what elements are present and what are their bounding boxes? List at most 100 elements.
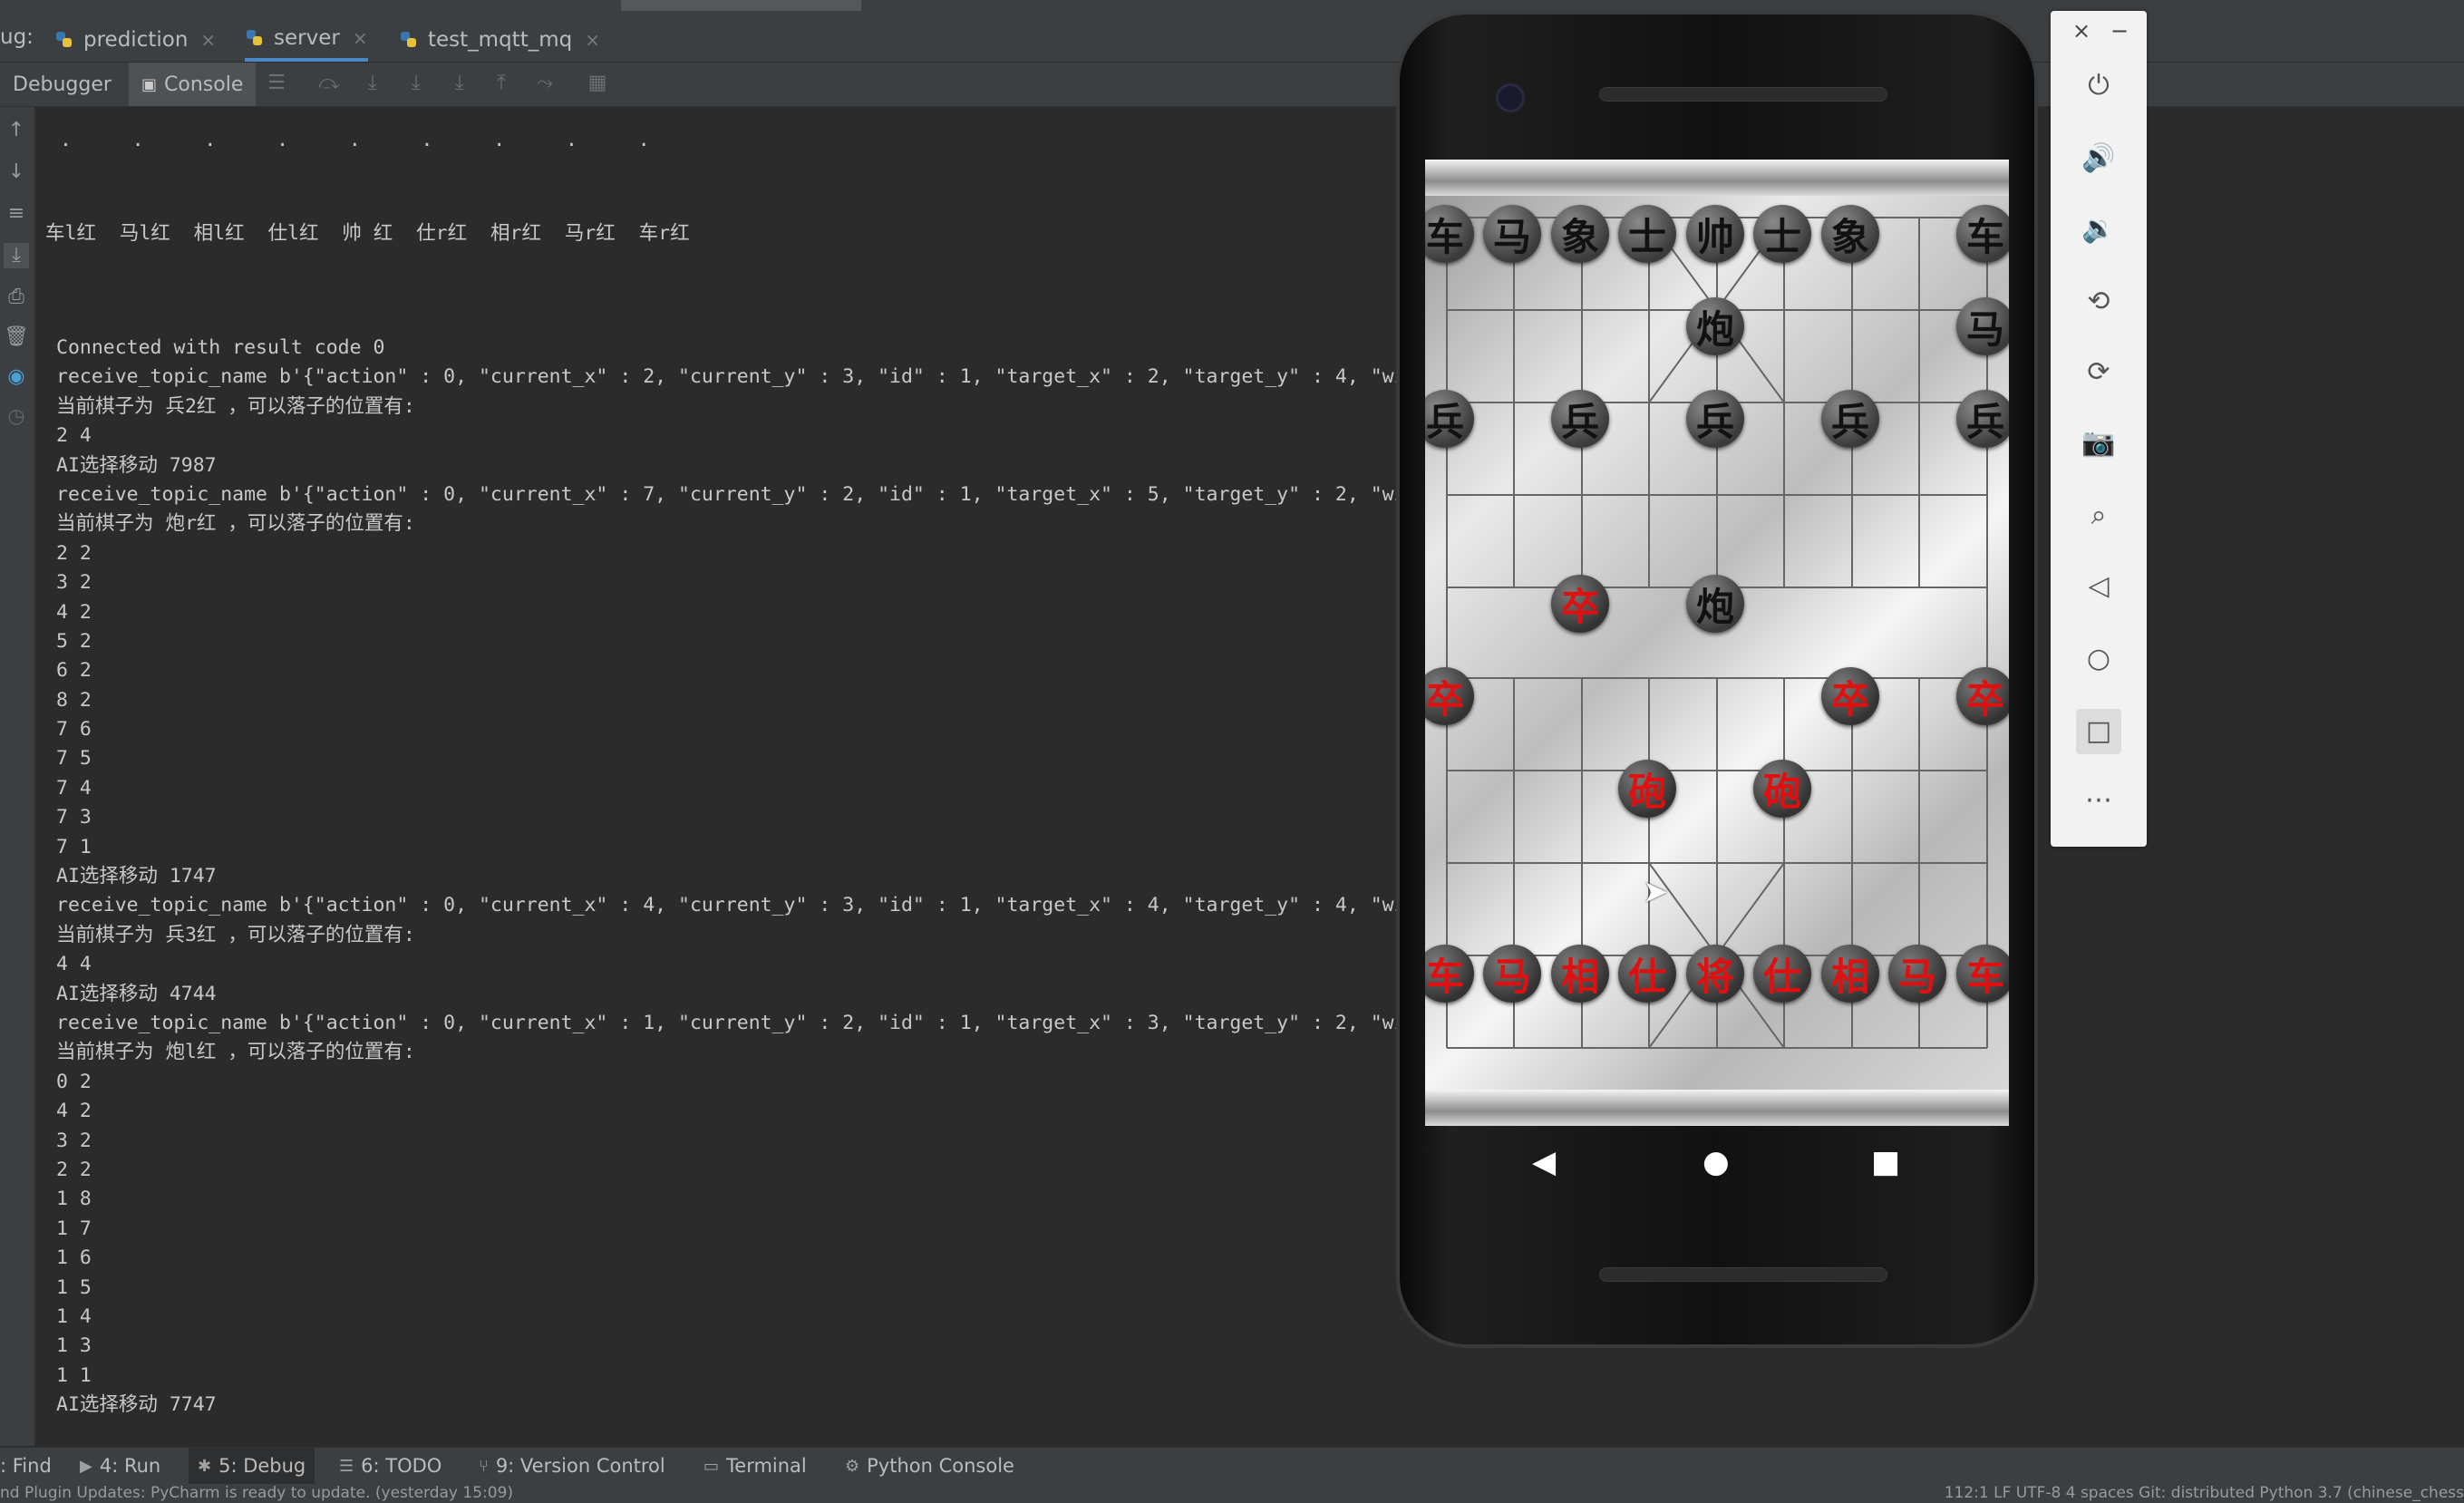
black-piece[interactable]: 车: [1956, 205, 2009, 263]
xiangqi-board[interactable]: 车马象士帅士象车炮马兵兵兵兵兵炮卒卒卒卒砲砲车马相仕将仕相马车: [1425, 196, 2009, 1090]
print-icon[interactable]: ⎙: [4, 285, 29, 310]
black-piece[interactable]: 象: [1821, 205, 1879, 263]
red-piece[interactable]: 仕: [1753, 945, 1811, 1003]
console-line: 3 2: [56, 1129, 92, 1152]
scroll-to-end-icon[interactable]: ⤓: [4, 243, 29, 268]
top-speaker: [1599, 87, 1887, 102]
close-icon[interactable]: ×: [2072, 18, 2091, 44]
phone-screen[interactable]: 车马象士帅士象车炮马兵兵兵兵兵炮卒卒卒卒砲砲车马相仕将仕相马车: [1425, 160, 2009, 1126]
camera-icon: [1496, 83, 1525, 112]
black-piece[interactable]: 马: [1956, 297, 2009, 355]
evaluate-icon[interactable]: ▦: [586, 72, 609, 95]
recents-icon[interactable]: ■: [1871, 1144, 1900, 1180]
tool-version-control[interactable]: ⑂ 9: Version Control: [479, 1448, 665, 1484]
red-piece[interactable]: 卒: [1956, 667, 2009, 725]
red-piece[interactable]: 将: [1686, 945, 1744, 1003]
red-piece[interactable]: 卒: [1551, 575, 1609, 633]
scroll-up-icon[interactable]: ↑: [4, 118, 29, 143]
terminal-icon: ▭: [703, 1456, 720, 1476]
black-piece[interactable]: 帅: [1686, 205, 1744, 263]
red-piece[interactable]: 马: [1483, 945, 1541, 1003]
tool-pyconsole-label: Python Console: [867, 1455, 1014, 1477]
tab-debugger[interactable]: Debugger: [13, 63, 112, 106]
console-output: . . . . . . . . . 车l红 马l红 相l红 仕l红 帅 红 仕r…: [45, 127, 1405, 1432]
soft-wrap-icon[interactable]: ≡: [4, 201, 29, 227]
console-icon: ▣: [141, 74, 158, 94]
tool-find[interactable]: : Find: [0, 1448, 52, 1484]
step-into-icon[interactable]: ⤓: [361, 72, 384, 95]
overview-square-icon[interactable]: □: [2076, 709, 2121, 754]
tool-terminal[interactable]: ▭ Terminal: [703, 1448, 807, 1484]
red-piece[interactable]: 马: [1888, 945, 1946, 1003]
power-icon[interactable]: ⏻: [2076, 63, 2121, 109]
black-piece[interactable]: 炮: [1686, 297, 1744, 355]
black-piece[interactable]: 炮: [1686, 575, 1744, 633]
rotate-left-icon[interactable]: ⟲: [2076, 279, 2121, 325]
rotate-right-icon[interactable]: ⟳: [2076, 350, 2121, 395]
scroll-down-icon[interactable]: ↓: [4, 160, 29, 185]
black-piece[interactable]: 兵: [1821, 390, 1879, 448]
console-line: 5 2: [56, 629, 92, 653]
close-icon[interactable]: ×: [353, 27, 368, 49]
force-step-into-icon[interactable]: ⤓: [448, 72, 471, 95]
red-piece[interactable]: 砲: [1753, 760, 1811, 818]
camera-screenshot-icon[interactable]: 📷: [2076, 421, 2121, 466]
home-icon[interactable]: ●: [1702, 1144, 1730, 1180]
black-piece[interactable]: 士: [1618, 205, 1676, 263]
black-piece[interactable]: 士: [1753, 205, 1811, 263]
back-icon[interactable]: ◀: [1532, 1144, 1556, 1180]
status-info[interactable]: 112:1 LF UTF-8 4 spaces Git: distributed…: [1945, 1484, 2464, 1502]
console-line: 7 1: [56, 835, 92, 858]
black-piece[interactable]: 兵: [1551, 390, 1609, 448]
python-file-icon: [247, 30, 262, 45]
tab-console[interactable]: ▣ Console: [129, 63, 257, 106]
tool-vc-label: 9: Version Control: [495, 1455, 665, 1477]
step-over-icon[interactable]: ⤼: [317, 72, 341, 95]
tool-debug-label: 5: Debug: [218, 1455, 306, 1477]
red-piece[interactable]: 砲: [1618, 760, 1676, 818]
black-piece[interactable]: 象: [1551, 205, 1609, 263]
console-line: receive_topic_name b'{"action" : 0, "cur…: [56, 894, 1405, 917]
red-piece[interactable]: 相: [1821, 945, 1879, 1003]
close-icon[interactable]: ×: [200, 29, 216, 51]
red-piece[interactable]: 车: [1956, 945, 2009, 1003]
red-piece[interactable]: 卒: [1821, 667, 1879, 725]
black-piece[interactable]: 兵: [1956, 390, 2009, 448]
tool-python-console[interactable]: ⚙ Python Console: [845, 1448, 1014, 1484]
console-line: 1 6: [56, 1246, 92, 1270]
more-icon[interactable]: ⋯: [2076, 778, 2121, 823]
status-bar: nd Plugin Updates: PyCharm is ready to u…: [0, 1484, 2464, 1503]
step-into-my-code-icon[interactable]: ⤓: [404, 72, 428, 95]
red-piece[interactable]: 相: [1551, 945, 1609, 1003]
run-to-cursor-icon[interactable]: ⤳: [533, 72, 557, 95]
volume-down-icon[interactable]: 🔉: [2076, 207, 2121, 252]
python-file-icon: [56, 32, 72, 47]
trash-icon[interactable]: 🗑: [4, 325, 29, 350]
black-piece[interactable]: 马: [1483, 205, 1541, 263]
python-console-icon[interactable]: ◉: [4, 364, 29, 390]
back-triangle-icon[interactable]: ◁: [2076, 564, 2121, 609]
step-out-icon[interactable]: ⤒: [490, 72, 513, 95]
minimize-icon[interactable]: −: [2110, 18, 2129, 44]
tool-debug[interactable]: ✱ 5: Debug: [189, 1448, 315, 1484]
menu-icon[interactable]: ☰: [265, 72, 288, 95]
home-circle-icon[interactable]: ○: [2076, 636, 2121, 682]
console-line: 1 3: [56, 1334, 92, 1358]
mouse-cursor-icon: ➤: [1643, 874, 1669, 910]
volume-up-icon[interactable]: 🔊: [2076, 136, 2121, 181]
tab-label: prediction: [83, 28, 189, 52]
tool-todo[interactable]: ☰ 6: TODO: [339, 1448, 441, 1484]
tab-server[interactable]: server ×: [245, 18, 368, 62]
tool-run[interactable]: ▶ 4: Run: [80, 1448, 160, 1484]
console-line: 0 2: [56, 1070, 92, 1093]
tab-prediction[interactable]: prediction ×: [54, 18, 216, 62]
tab-test-mqtt-mq[interactable]: test_mqtt_mq ×: [399, 18, 600, 62]
close-icon[interactable]: ×: [585, 29, 600, 51]
red-piece[interactable]: 仕: [1618, 945, 1676, 1003]
zoom-icon[interactable]: ⌕: [2076, 493, 2121, 538]
tab-top-strip: [0, 0, 2464, 11]
status-message[interactable]: nd Plugin Updates: PyCharm is ready to u…: [0, 1484, 513, 1502]
history-icon[interactable]: ◷: [4, 404, 29, 430]
console-line: AI选择移动 1747: [56, 865, 217, 888]
black-piece[interactable]: 兵: [1686, 390, 1744, 448]
